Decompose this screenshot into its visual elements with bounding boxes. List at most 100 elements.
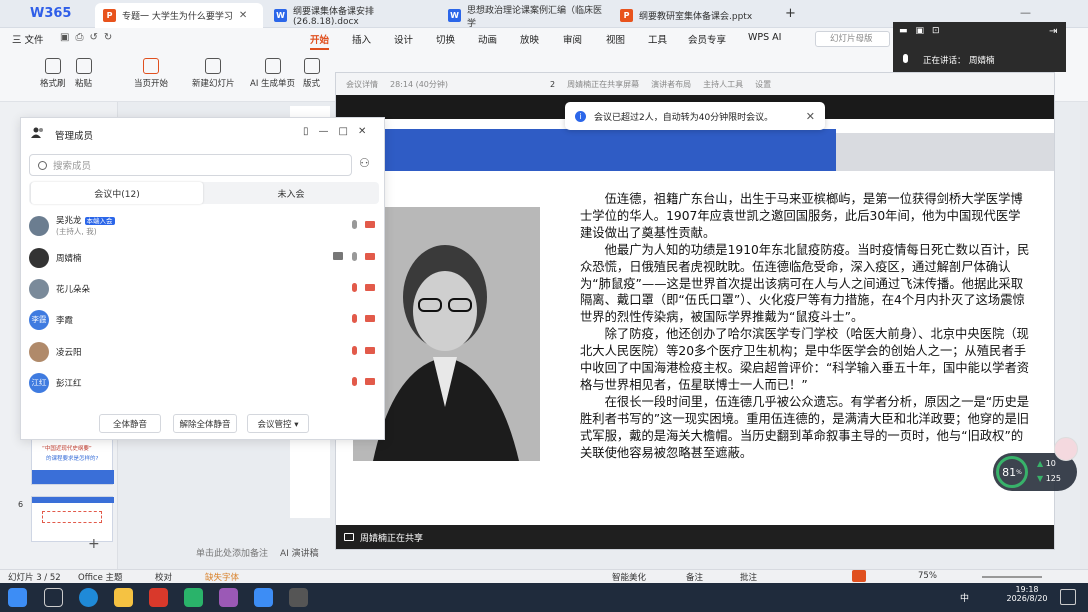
wps-icon[interactable] <box>149 588 168 607</box>
paragraph-4: 在很长一段时间里，伍连德几乎被公众遗忘。有学者分析，原因之一是“历史是胜利者书写… <box>580 394 1030 460</box>
screen-share-icon <box>344 533 354 541</box>
play-slideshow-icon[interactable] <box>852 570 866 582</box>
tab-3[interactable]: P 纲要教研室集体备课会.pptx <box>612 3 777 28</box>
camera-off-icon[interactable] <box>365 378 375 385</box>
member-row[interactable]: 江红 彭江红 <box>29 367 379 398</box>
theme-name[interactable]: Office 主题 <box>78 571 123 583</box>
ai-single-page-button[interactable]: AI 生成单页 <box>250 58 295 89</box>
panel-window-controls[interactable]: ▯—□✕ <box>303 126 376 137</box>
meeting-control-button[interactable]: 会议管控 ▾ <box>247 414 309 433</box>
mic-muted-icon[interactable] <box>352 314 357 323</box>
unmute-all-button[interactable]: 解除全体静音 <box>173 414 237 433</box>
menu-item-review[interactable]: 审阅 <box>563 32 582 46</box>
new-tab-icon[interactable]: + <box>785 6 796 21</box>
mic-muted-icon[interactable] <box>352 377 357 386</box>
menu-item-home[interactable]: 开始 <box>310 32 330 50</box>
zoom-slider[interactable] <box>982 576 1042 578</box>
menu-item-design[interactable]: 设计 <box>394 32 413 46</box>
member-name: 彭江红 <box>56 378 82 389</box>
notes-button[interactable]: 备注 <box>686 571 703 583</box>
slide-thumbnail-5[interactable]: “中国近现代史纲要” 的课程要求是怎样的? <box>31 437 114 485</box>
tab-2[interactable]: W 思想政治理论课案例汇编（临床医学 <box>440 3 610 29</box>
ime-indicator[interactable]: 中 <box>960 591 969 604</box>
tab-in-meeting[interactable]: 会议中(12) <box>31 182 203 204</box>
mic-muted-icon[interactable] <box>352 283 357 292</box>
mic-muted-icon[interactable] <box>352 346 357 355</box>
member-row[interactable]: 吴兆龙 本端入会 (主持人, 我) <box>29 210 379 241</box>
close-icon[interactable]: ✕ <box>239 10 247 21</box>
missing-font-warning[interactable]: 缺失字体 <box>205 571 239 583</box>
tab-label: 纲要课集体备课安排(26.8.18).docx <box>293 7 375 27</box>
meeting-detail[interactable]: 会议详情 <box>346 79 378 90</box>
member-search-input[interactable]: 搜索成员 <box>29 154 352 176</box>
layout-button[interactable]: 版式 <box>303 58 320 89</box>
expand-icon[interactable]: ⇥ <box>1049 26 1057 37</box>
start-icon[interactable] <box>8 588 27 607</box>
folder-icon[interactable] <box>114 588 133 607</box>
menu-item-tools[interactable]: 工具 <box>648 32 667 46</box>
paste-button[interactable]: 粘贴 <box>75 58 92 89</box>
panel-title: 管理成员 <box>55 131 94 142</box>
host-tools-button[interactable]: 主持人工具 <box>703 79 743 90</box>
notes-placeholder[interactable]: 单击此处添加备注 <box>196 546 268 559</box>
menu-item-member[interactable]: 会员专享 <box>688 32 726 46</box>
member-row[interactable]: 李霞 李霞 <box>29 304 379 335</box>
tab-0[interactable]: P 专题一 大学生为什么要学习 ✕ <box>95 3 263 28</box>
format-painter-button[interactable]: 格式刷 <box>40 58 66 89</box>
menu-item-animation[interactable]: 动画 <box>478 32 497 46</box>
smart-beautify-button[interactable]: 智能美化 <box>612 571 646 583</box>
proofing-button[interactable]: 校对 <box>155 571 172 583</box>
settings-button[interactable]: 设置 <box>755 79 771 90</box>
start-from-current-button[interactable]: 当页开始 <box>134 58 168 89</box>
wechat-icon[interactable] <box>184 588 203 607</box>
add-slide-icon[interactable]: + <box>88 536 100 552</box>
menu-item-transition[interactable]: 切换 <box>436 32 455 46</box>
assistant-avatar-icon[interactable] <box>1054 437 1078 461</box>
clock[interactable]: 19:18 2026/8/20 <box>1002 585 1052 603</box>
share-status-label: 周婧楠正在共享 <box>360 533 424 544</box>
upload-speed: ▲ 10 <box>1037 459 1056 468</box>
tab-not-joined[interactable]: 未入会 <box>205 182 377 204</box>
menu-item-slideshow[interactable]: 放映 <box>520 32 539 46</box>
member-role: (主持人, 我) <box>56 227 97 236</box>
member-row[interactable]: 周婧楠 <box>29 242 379 273</box>
invite-member-icon[interactable]: ⚇ <box>359 156 370 170</box>
zoom-level[interactable]: 75% <box>918 571 937 581</box>
member-row[interactable]: 凌云阳 <box>29 336 379 367</box>
overlay-controls[interactable]: ▬▣⊡ <box>899 26 948 36</box>
search-input[interactable]: 幻灯片母版 <box>815 31 890 47</box>
self-badge: 本端入会 <box>84 217 115 225</box>
close-icon[interactable]: ✕ <box>806 110 815 123</box>
tab-1[interactable]: W 纲要课集体备课安排(26.8.18).docx <box>266 3 436 28</box>
tab-label: 纲要教研室集体备课会.pptx <box>639 12 753 22</box>
notification-icon[interactable] <box>1060 589 1076 605</box>
menu-item-insert[interactable]: 插入 <box>352 32 371 46</box>
comments-button[interactable]: 批注 <box>740 571 757 583</box>
camera-off-icon[interactable] <box>365 284 375 291</box>
mic-icon <box>903 54 908 63</box>
meeting-share-window: 会议详情 28:14 (40分钟) 2 周婧楠正在共享屏幕 演讲者布局 主持人工… <box>335 72 1055 550</box>
minimize-icon[interactable]: — <box>1020 6 1031 19</box>
new-slide-button[interactable]: 新建幻灯片 <box>192 58 235 89</box>
camera-off-icon[interactable] <box>365 347 375 354</box>
mic-icon[interactable] <box>352 252 357 261</box>
ai-notes-button[interactable]: AI 演讲稿 <box>280 546 319 559</box>
task-view-icon[interactable] <box>44 588 63 607</box>
member-row[interactable]: 花儿朵朵 <box>29 273 379 304</box>
settings-icon[interactable] <box>289 588 308 607</box>
camera-off-icon[interactable] <box>365 253 375 260</box>
camera-off-icon[interactable] <box>365 315 375 322</box>
camera-off-icon[interactable] <box>365 221 375 228</box>
app-icon[interactable] <box>219 588 238 607</box>
mic-icon[interactable] <box>352 220 357 229</box>
file-menu[interactable]: 三 文件 <box>12 32 44 46</box>
mute-all-button[interactable]: 全体静音 <box>99 414 161 433</box>
play-icon <box>143 58 159 74</box>
meeting-app-icon[interactable] <box>254 588 273 607</box>
menu-item-view[interactable]: 视图 <box>606 32 625 46</box>
menu-item-wps-ai[interactable]: WPS AI <box>748 32 781 43</box>
speaker-layout-button[interactable]: 演讲者布局 <box>651 79 691 90</box>
slide-thumbnail-6[interactable] <box>31 496 114 542</box>
quick-access-icons[interactable]: ▣⎙↺↻ <box>60 32 118 43</box>
edge-icon[interactable] <box>79 588 98 607</box>
